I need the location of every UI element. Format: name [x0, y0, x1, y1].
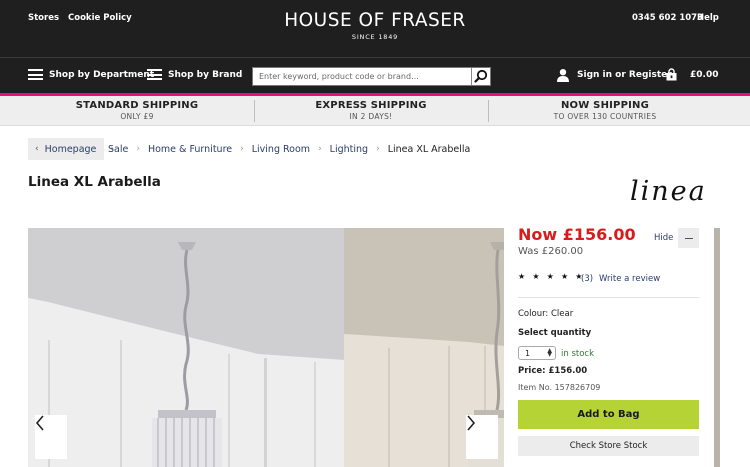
minus-icon	[684, 237, 693, 239]
chevron-left-icon: ‹	[35, 144, 39, 154]
breadcrumb-living-room[interactable]: Living Room	[252, 144, 310, 155]
quantity-value: 1	[525, 348, 531, 358]
breadcrumb: ‹ Homepage › Sale › Home & Furniture › L…	[28, 138, 470, 160]
shop-by-department-button[interactable]: Shop by Department	[28, 69, 154, 80]
now-price: Now £156.00	[518, 225, 636, 244]
bag-icon	[666, 68, 677, 81]
was-price: Was £260.00	[518, 246, 584, 257]
standard-shipping-banner[interactable]: STANDARD SHIPPING ONLY £9	[20, 96, 254, 126]
user-icon	[557, 69, 569, 82]
chevron-right-icon: ›	[240, 144, 244, 154]
shipping-subtitle: IN 2 DAYS!	[349, 112, 393, 121]
gallery-next-button[interactable]	[466, 415, 498, 459]
sign-in-label: Sign in or Register	[577, 70, 672, 80]
breadcrumb-current: Linea XL Arabella	[387, 143, 471, 155]
shipping-subtitle: ONLY £9	[120, 112, 154, 121]
menu-icon	[147, 69, 162, 80]
menu-icon	[28, 69, 43, 80]
select-quantity-label: Select quantity	[518, 328, 592, 338]
top-header-bar: Stores Cookie Policy HOUSE OF FRASER SIN…	[0, 0, 750, 57]
search-button[interactable]	[471, 68, 490, 85]
chevron-right-icon: ›	[136, 144, 140, 154]
sign-in-register-link[interactable]: Sign in or Register	[556, 68, 672, 82]
product-image-gallery[interactable]	[28, 228, 504, 467]
breadcrumb-lighting[interactable]: Lighting	[330, 144, 368, 155]
shop-by-brand-button[interactable]: Shop by Brand	[147, 69, 242, 80]
help-link[interactable]: Help	[697, 13, 719, 23]
international-shipping-banner[interactable]: NOW SHIPPING TO OVER 130 COUNTRIES	[488, 96, 722, 126]
stock-status: in stock	[561, 349, 595, 359]
review-count-link[interactable]: (3)	[581, 274, 593, 284]
price-line: Price: £156.00	[518, 366, 588, 376]
shop-by-brand-label: Shop by Brand	[168, 69, 243, 80]
search-box	[252, 67, 491, 86]
breadcrumb-sale[interactable]: Sale	[108, 144, 128, 155]
express-shipping-banner[interactable]: EXPRESS SHIPPING IN 2 DAYS!	[254, 96, 488, 126]
search-icon	[474, 69, 488, 83]
shipping-banner: STANDARD SHIPPING ONLY £9 EXPRESS SHIPPI…	[0, 96, 750, 126]
breadcrumb-home[interactable]: ‹ Homepage	[28, 138, 105, 160]
stepper-icon: ▲ ▼	[547, 347, 552, 358]
next-image-peek	[714, 228, 720, 467]
shipping-title: STANDARD SHIPPING	[75, 100, 199, 111]
hide-panel-link[interactable]: Hide	[654, 233, 673, 243]
divider	[518, 297, 699, 298]
brand-since: SINCE 1849	[351, 33, 399, 41]
chevron-right-icon: ›	[376, 144, 380, 154]
breadcrumb-home-label: Homepage	[44, 143, 97, 155]
check-store-stock-button[interactable]: Check Store Stock	[518, 436, 699, 456]
brand-logo-linea[interactable]: linea	[630, 176, 707, 207]
item-number: Item No. 157826709	[518, 383, 601, 392]
add-to-bag-button[interactable]: Add to Bag	[518, 400, 699, 429]
breadcrumb-home-furniture[interactable]: Home & Furniture	[148, 144, 232, 155]
write-review-link[interactable]: Write a review	[599, 274, 660, 284]
search-input[interactable]	[253, 68, 471, 85]
chevron-right-icon	[467, 415, 476, 431]
gallery-prev-button[interactable]	[35, 415, 67, 459]
collapse-button[interactable]	[678, 228, 699, 248]
bag-total: £0.00	[690, 69, 719, 80]
star-rating: ★ ★ ★ ★ ★	[518, 272, 585, 281]
main-nav-bar: Shop by Department Shop by Brand Sign in…	[0, 57, 750, 93]
shipping-title: NOW SHIPPING	[560, 100, 650, 111]
quantity-select[interactable]: 1 ▲ ▼	[518, 346, 556, 360]
product-title: Linea XL Arabella	[28, 174, 161, 190]
phone-number[interactable]: 0345 602 1073	[632, 13, 703, 23]
shipping-subtitle: TO OVER 130 COUNTRIES	[553, 112, 657, 121]
shop-by-department-label: Shop by Department	[49, 69, 155, 80]
chevron-left-icon	[35, 415, 44, 431]
chevron-right-icon: ›	[318, 144, 322, 154]
colour-label: Colour: Clear	[518, 309, 574, 319]
product-image	[28, 228, 504, 467]
shopping-bag-button[interactable]: £0.00	[666, 68, 718, 81]
shipping-title: EXPRESS SHIPPING	[315, 100, 427, 111]
